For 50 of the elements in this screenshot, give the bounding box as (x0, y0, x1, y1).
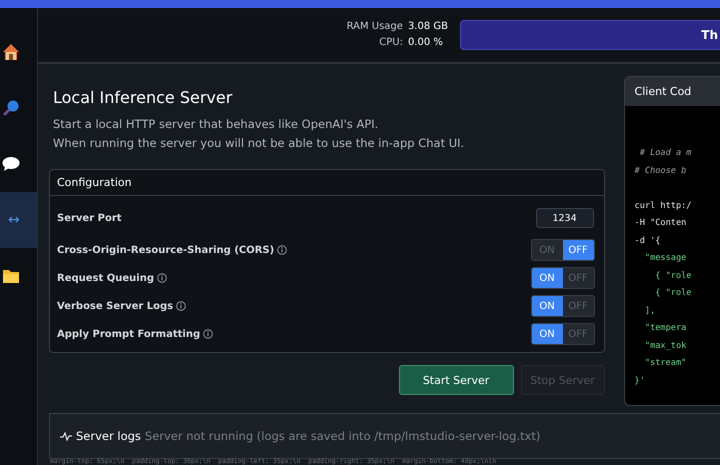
sidebar-item[interactable]: ↔ (0, 192, 37, 248)
code-line: }' (634, 376, 645, 386)
code-line: # Choose b (634, 166, 686, 176)
code-line: "max_tok (644, 340, 686, 350)
logs-title: Server logs (76, 429, 141, 443)
panel-title: Configuration (50, 170, 604, 196)
setting-label: Request Queuing (57, 272, 154, 284)
ram-value: 3.08 GB (408, 20, 448, 34)
code-line: -H "Conten (634, 218, 686, 228)
logs-status: Server not running (logs are saved into /tmp/lmstudio-server-log.txt) (144, 429, 540, 443)
page-title: Local Inference Server (53, 88, 234, 107)
description-text: When running the server you will not be able to use the in-app Chat UI. (53, 136, 466, 150)
setting-label: Verbose Server Logs (57, 300, 174, 312)
code-line: { "role (654, 270, 692, 280)
cpu-label: CPU: (378, 36, 403, 50)
on-option[interactable]: ON (532, 240, 563, 260)
on-option[interactable]: ON (532, 296, 563, 316)
code-line: { "role (654, 288, 692, 298)
on-option[interactable]: ON (532, 324, 563, 344)
setting-label: Cross-Origin-Resource-Sharing (CORS) (57, 244, 274, 256)
setting-label: Server Port (57, 212, 122, 224)
description-text: Start a local HTTP server that behaves like OpenAI's API. (53, 117, 380, 131)
banner: Th (460, 20, 720, 50)
code-line: # Load a m (638, 148, 692, 158)
speech-bubble-icon (2, 156, 20, 172)
code-line: curl http:/ (634, 200, 692, 210)
code-line: "stream" (644, 358, 686, 368)
magnifier-icon (2, 99, 20, 117)
cpu-value: 0.00 % (408, 36, 444, 50)
house-icon (2, 43, 20, 61)
off-option[interactable]: OFF (562, 296, 594, 316)
info-icon[interactable] (203, 329, 214, 339)
on-option[interactable]: ON (532, 268, 563, 288)
off-option[interactable]: OFF (562, 268, 594, 288)
folder-icon (2, 268, 20, 284)
code-line: -d '{ (634, 236, 660, 246)
pulse-icon (60, 431, 72, 441)
code-line: ], (644, 306, 656, 316)
off-option[interactable]: OFF (562, 240, 594, 260)
start-server-button[interactable]: Start Server (398, 365, 514, 395)
info-icon[interactable] (176, 301, 186, 311)
port-field[interactable]: 1234 (536, 208, 594, 228)
code-line: "message (644, 253, 686, 263)
info-icon[interactable] (277, 245, 288, 255)
info-icon[interactable] (156, 273, 167, 283)
ram-label: RAM Usage (346, 20, 403, 34)
code-line: "tempera (644, 323, 686, 333)
setting-label: Apply Prompt Formatting (57, 328, 200, 340)
panel-title: Client Cod (624, 77, 720, 106)
off-option[interactable]: OFF (562, 324, 594, 344)
